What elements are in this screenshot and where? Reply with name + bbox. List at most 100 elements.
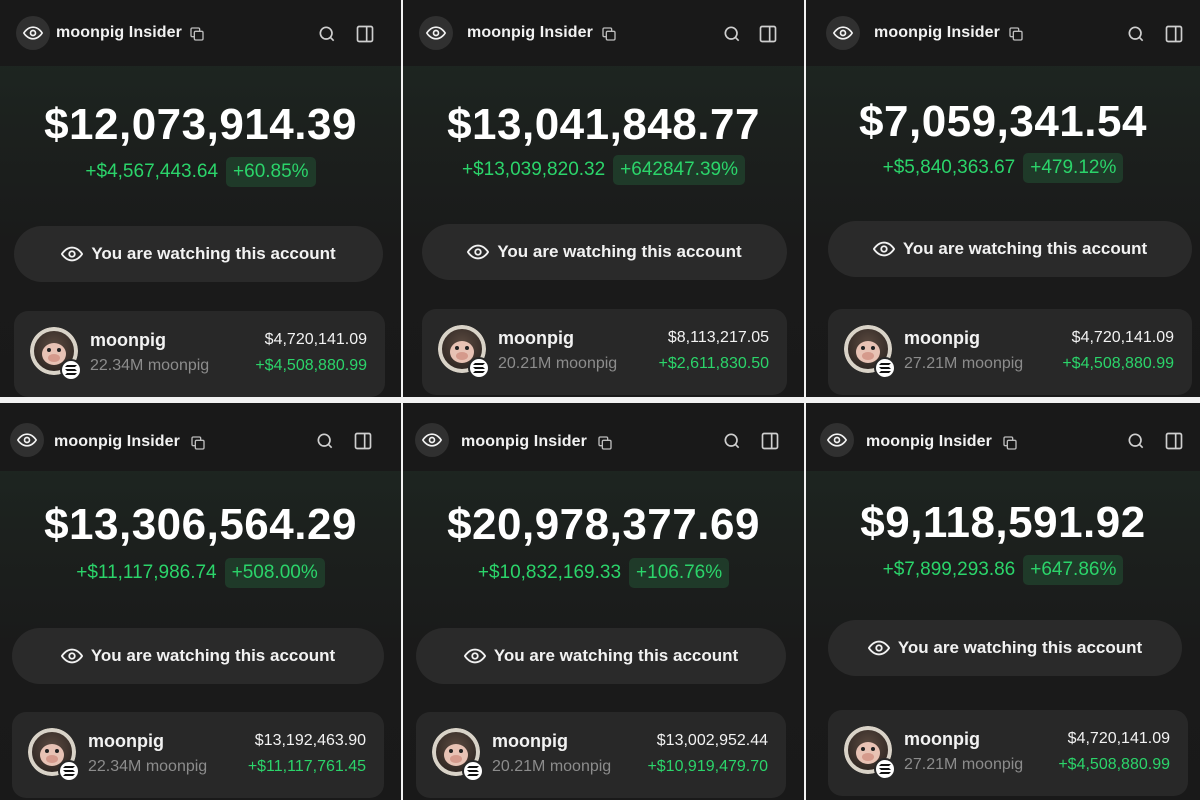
eye-icon xyxy=(61,246,84,262)
account-title: moonpig Insider xyxy=(54,433,180,450)
token-value: $4,720,141.09 xyxy=(1071,329,1174,346)
pnl-percent-badge: +106.76% xyxy=(629,558,730,588)
wallet-panel: moonpig Insider $13,041,848.77 +$13,039,… xyxy=(403,0,804,397)
watching-account-button[interactable]: You are watching this account xyxy=(828,620,1182,676)
token-value: $8,113,217.05 xyxy=(667,329,769,346)
token-card[interactable]: moonpig 20.21M moonpig $13,002,952.44 +$… xyxy=(416,712,786,798)
token-name: moonpig xyxy=(90,330,166,350)
side-panel-icon[interactable] xyxy=(758,24,778,44)
total-balance: $7,059,341.54 xyxy=(859,97,1147,146)
pnl-percent-badge: +647.86% xyxy=(1023,555,1124,585)
search-icon[interactable] xyxy=(317,24,337,44)
token-name: moonpig xyxy=(88,731,164,751)
screenshot-grid: moonpig Insider $12,073,914.39 +$4,567,4… xyxy=(0,0,1200,800)
watch-toggle-button[interactable] xyxy=(10,423,44,457)
copy-icon[interactable] xyxy=(1002,435,1018,451)
pnl-row: +$11,117,986.74 +508.00% xyxy=(0,558,401,588)
side-panel-icon[interactable] xyxy=(355,24,375,44)
token-card[interactable]: moonpig 20.21M moonpig $8,113,217.05 +$2… xyxy=(422,309,787,395)
total-balance: $9,118,591.92 xyxy=(860,498,1146,547)
pnl-amount: +$7,899,293.86 xyxy=(882,559,1016,580)
token-value: $13,002,952.44 xyxy=(656,732,768,749)
wallet-panel: moonpig Insider $12,073,914.39 +$4,567,4… xyxy=(0,0,401,397)
watching-label: You are watching this account xyxy=(90,646,336,665)
pnl-amount: +$5,840,363.67 xyxy=(882,157,1016,178)
copy-icon[interactable] xyxy=(189,26,205,42)
token-change: +$11,117,761.45 xyxy=(247,758,366,775)
solana-icon xyxy=(60,359,82,381)
solana-icon xyxy=(468,357,490,379)
token-amount: 27.21M moonpig xyxy=(904,355,1024,372)
total-balance: $20,978,377.69 xyxy=(447,500,760,549)
token-value: $4,720,141.09 xyxy=(1067,730,1170,747)
side-panel-icon[interactable] xyxy=(353,431,373,451)
token-name: moonpig xyxy=(904,729,980,749)
copy-icon[interactable] xyxy=(190,435,206,451)
token-change: +$4,508,880.99 xyxy=(1058,756,1170,773)
side-panel-icon[interactable] xyxy=(1164,24,1184,44)
token-name: moonpig xyxy=(492,731,568,751)
token-amount: 27.21M moonpig xyxy=(904,756,1024,773)
total-balance: $13,306,564.29 xyxy=(44,500,357,549)
watching-label: You are watching this account xyxy=(493,646,739,665)
watching-account-button[interactable]: You are watching this account xyxy=(828,221,1192,277)
account-title: moonpig Insider xyxy=(866,433,992,450)
eye-icon xyxy=(833,26,853,40)
wallet-panel: moonpig Insider $13,306,564.29 +$11,117,… xyxy=(0,403,401,800)
side-panel-icon[interactable] xyxy=(1164,431,1184,451)
pnl-amount: +$4,567,443.64 xyxy=(85,161,219,182)
watch-toggle-button[interactable] xyxy=(415,423,449,457)
token-amount: 20.21M moonpig xyxy=(498,355,618,372)
search-icon[interactable] xyxy=(722,431,742,451)
copy-icon[interactable] xyxy=(601,26,617,42)
account-title: moonpig Insider xyxy=(461,433,587,450)
watching-label: You are watching this account xyxy=(902,239,1148,258)
token-change: +$10,919,479.70 xyxy=(647,758,768,775)
token-card[interactable]: moonpig 27.21M moonpig $4,720,141.09 +$4… xyxy=(828,710,1188,796)
copy-icon[interactable] xyxy=(597,435,613,451)
token-card[interactable]: moonpig 22.34M moonpig $13,192,463.90 +$… xyxy=(12,712,384,798)
solana-icon xyxy=(874,357,896,379)
pnl-row: +$10,832,169.33 +106.76% xyxy=(403,558,804,588)
search-icon[interactable] xyxy=(722,24,742,44)
watch-toggle-button[interactable] xyxy=(419,16,453,50)
token-card[interactable]: moonpig 27.21M moonpig $4,720,141.09 +$4… xyxy=(828,309,1192,395)
watching-account-button[interactable]: You are watching this account xyxy=(12,628,384,684)
wallet-panel: moonpig Insider $9,118,591.92 +$7,899,29… xyxy=(806,403,1200,800)
watch-toggle-button[interactable] xyxy=(820,423,854,457)
watching-account-button[interactable]: You are watching this account xyxy=(416,628,786,684)
eye-icon xyxy=(463,648,486,664)
search-icon[interactable] xyxy=(1126,431,1146,451)
eye-icon xyxy=(422,433,442,447)
eye-icon xyxy=(867,640,890,656)
token-card[interactable]: moonpig 22.34M moonpig $4,720,141.09 +$4… xyxy=(14,311,385,397)
pnl-row: +$7,899,293.86 +647.86% xyxy=(806,555,1200,585)
watch-toggle-button[interactable] xyxy=(826,16,860,50)
watching-account-button[interactable]: You are watching this account xyxy=(14,226,383,282)
pnl-row: +$13,039,820.32 +642847.39% xyxy=(403,155,804,185)
search-icon[interactable] xyxy=(315,431,335,451)
pnl-percent-badge: +479.12% xyxy=(1023,153,1124,183)
solana-icon xyxy=(462,760,484,782)
account-title: moonpig Insider xyxy=(56,24,182,41)
copy-icon[interactable] xyxy=(1008,26,1024,42)
total-balance: $13,041,848.77 xyxy=(447,100,760,149)
search-icon[interactable] xyxy=(1126,24,1146,44)
side-panel-icon[interactable] xyxy=(760,431,780,451)
pnl-percent-badge: +60.85% xyxy=(226,157,316,187)
total-balance: $12,073,914.39 xyxy=(44,100,357,149)
pnl-percent-badge: +642847.39% xyxy=(613,155,745,185)
watching-account-button[interactable]: You are watching this account xyxy=(422,224,787,280)
token-change: +$4,508,880.99 xyxy=(255,357,367,374)
eye-icon xyxy=(467,244,490,260)
token-amount: 22.34M moonpig xyxy=(88,758,208,775)
token-amount: 22.34M moonpig xyxy=(90,357,210,374)
eye-icon xyxy=(827,433,847,447)
pnl-row: +$5,840,363.67 +479.12% xyxy=(806,153,1200,183)
pnl-amount: +$13,039,820.32 xyxy=(462,159,606,180)
watching-label: You are watching this account xyxy=(91,244,336,263)
token-name: moonpig xyxy=(904,328,980,348)
watching-label: You are watching this account xyxy=(497,242,742,261)
eye-icon xyxy=(23,26,43,40)
watch-toggle-button[interactable] xyxy=(16,16,50,50)
